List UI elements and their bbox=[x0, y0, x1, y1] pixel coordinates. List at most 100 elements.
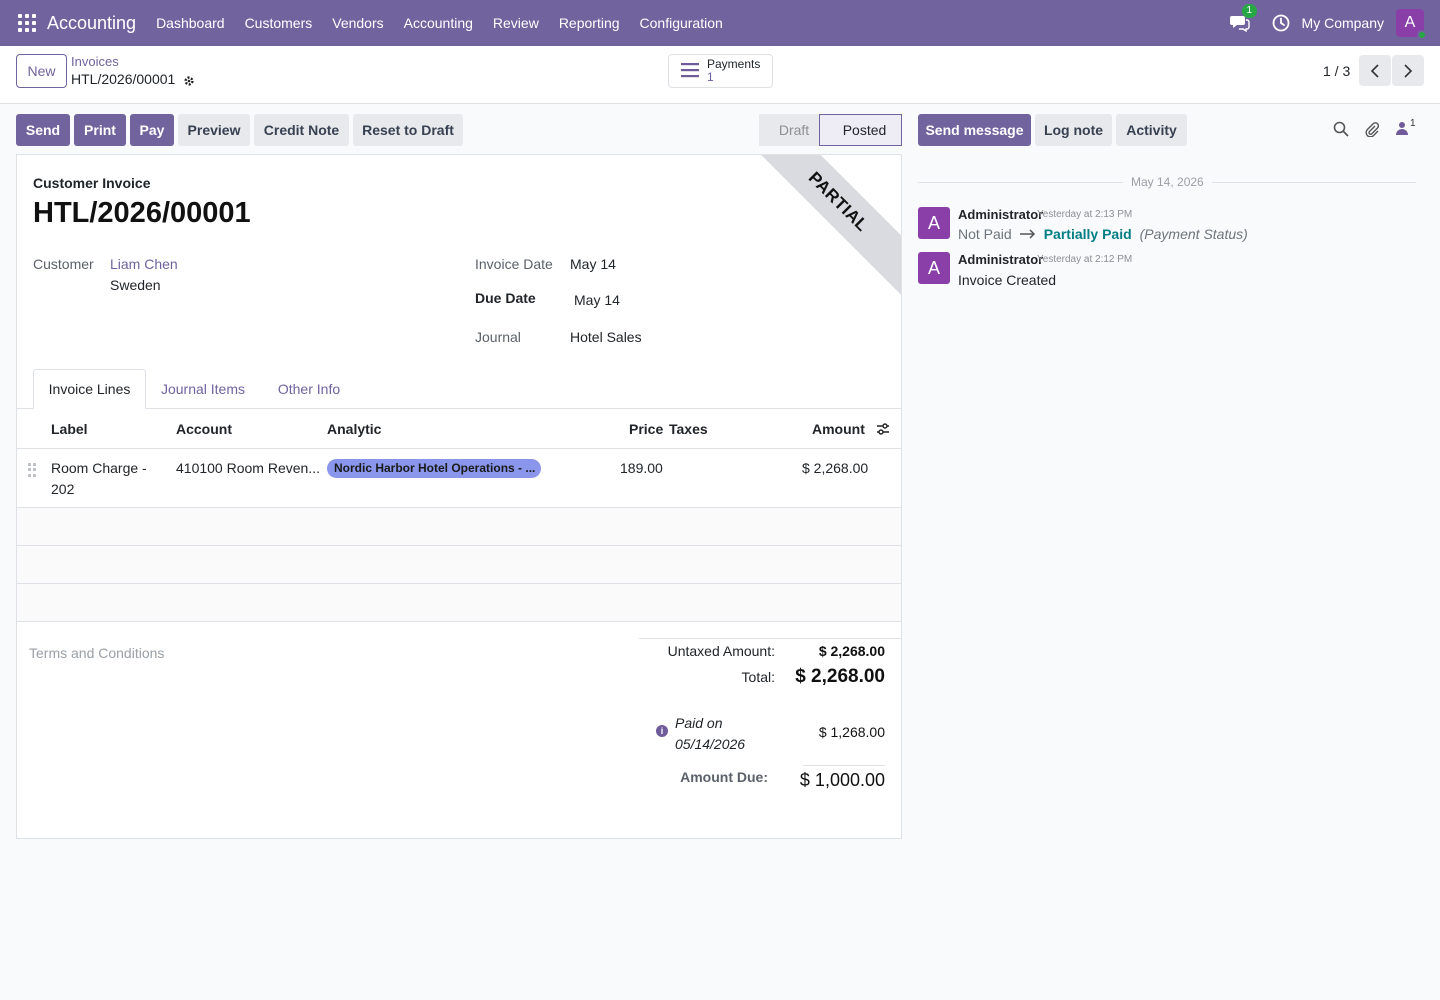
totals-divider bbox=[639, 638, 901, 639]
menu-review[interactable]: Review bbox=[483, 15, 549, 31]
invoice-date-field[interactable]: May 14 bbox=[570, 256, 616, 272]
activity-clock-icon[interactable] bbox=[1272, 14, 1290, 32]
total-value: $ 2,268.00 bbox=[795, 666, 885, 687]
messages-badge: 1 bbox=[1241, 4, 1258, 18]
breadcrumb-current: HTL/2026/00001 bbox=[71, 70, 195, 88]
amount-due-label: Amount Due: bbox=[680, 769, 768, 785]
log-note-button[interactable]: Log note bbox=[1035, 114, 1112, 146]
app-name[interactable]: Accounting bbox=[47, 13, 136, 34]
menu-accounting[interactable]: Accounting bbox=[394, 15, 483, 31]
customer-country: Sweden bbox=[110, 277, 161, 293]
chevron-right-icon bbox=[1404, 63, 1413, 78]
table-header: Label Account Analytic Price Taxes Amoun… bbox=[17, 409, 901, 449]
amount-due-divider bbox=[803, 765, 885, 766]
tab-invoice-lines[interactable]: Invoice Lines bbox=[33, 369, 146, 409]
empty-row bbox=[17, 584, 901, 622]
breadcrumb-current-label: HTL/2026/00001 bbox=[71, 71, 176, 87]
search-icon[interactable] bbox=[1333, 121, 1349, 137]
arrow-right-icon bbox=[1019, 229, 1035, 239]
activity-button[interactable]: Activity bbox=[1116, 114, 1187, 146]
message-body: Invoice Created bbox=[958, 272, 1057, 288]
due-date-label: Due Date bbox=[475, 290, 536, 306]
tracking-new-value: Partially Paid bbox=[1043, 226, 1132, 242]
col-label[interactable]: Label bbox=[51, 421, 88, 437]
payments-smart-button[interactable]: Payments 1 bbox=[668, 54, 773, 88]
followers-button[interactable]: 1 bbox=[1396, 118, 1420, 137]
col-analytic[interactable]: Analytic bbox=[327, 421, 381, 437]
drag-handle-icon[interactable] bbox=[28, 463, 36, 477]
credit-note-button[interactable]: Credit Note bbox=[254, 114, 349, 146]
line-price[interactable]: 189.00 bbox=[620, 458, 663, 479]
journal-field[interactable]: Hotel Sales bbox=[570, 329, 642, 345]
main-menu: Dashboard Customers Vendors Accounting R… bbox=[146, 15, 733, 31]
untaxed-amount-label: Untaxed Amount: bbox=[667, 643, 775, 659]
customer-link[interactable]: Liam Chen bbox=[110, 256, 178, 272]
send-button[interactable]: Send bbox=[16, 114, 70, 146]
messages-icon[interactable]: 1 bbox=[1229, 4, 1258, 33]
payments-count: 1 bbox=[707, 70, 714, 84]
total-label: Total: bbox=[741, 669, 775, 685]
tab-other-info[interactable]: Other Info bbox=[264, 369, 354, 409]
payment-info-icon[interactable]: i bbox=[656, 725, 668, 737]
invoice-number: HTL/2026/00001 bbox=[33, 197, 251, 229]
optional-columns-icon[interactable] bbox=[876, 422, 890, 439]
pager-previous-button[interactable] bbox=[1359, 55, 1391, 86]
analytic-tag[interactable]: Nordic Harbor Hotel Operations - ... bbox=[327, 459, 541, 478]
pager-next-button[interactable] bbox=[1392, 55, 1424, 86]
new-button[interactable]: New bbox=[16, 54, 67, 88]
send-message-button[interactable]: Send message bbox=[918, 114, 1031, 146]
pay-button[interactable]: Pay bbox=[130, 114, 174, 146]
message-time: Yesterday at 2:13 PM bbox=[1037, 209, 1133, 220]
list-icon bbox=[681, 62, 699, 81]
gear-icon[interactable] bbox=[183, 73, 195, 86]
breadcrumb: Invoices HTL/2026/00001 bbox=[71, 54, 195, 88]
menu-customers[interactable]: Customers bbox=[235, 15, 323, 31]
tracking-old-value: Not Paid bbox=[958, 226, 1012, 242]
invoice-form-sheet: PARTIAL Customer Invoice HTL/2026/00001 … bbox=[16, 154, 902, 839]
message-author[interactable]: Administrator bbox=[958, 207, 1043, 222]
line-account[interactable]: 410100 Room Reven... bbox=[176, 458, 320, 479]
payments-label: Payments bbox=[707, 57, 761, 71]
line-label[interactable]: Room Charge - 202 bbox=[51, 458, 161, 500]
untaxed-amount-value: $ 2,268.00 bbox=[818, 643, 885, 659]
paid-on-date: 05/14/2026 bbox=[675, 736, 746, 752]
col-price[interactable]: Price bbox=[629, 421, 663, 437]
col-taxes[interactable]: Taxes bbox=[669, 421, 708, 437]
status-posted[interactable]: Posted bbox=[819, 114, 902, 146]
customer-label: Customer bbox=[33, 256, 94, 272]
due-date-field[interactable]: May 14 bbox=[574, 292, 620, 308]
terms-and-conditions-field[interactable]: Terms and Conditions bbox=[29, 645, 164, 661]
user-avatar[interactable]: A bbox=[1396, 9, 1427, 40]
table-row[interactable]: Room Charge - 202 410100 Room Reven... N… bbox=[17, 449, 901, 508]
company-switcher[interactable]: My Company bbox=[1302, 15, 1384, 31]
apps-menu-icon[interactable] bbox=[18, 14, 36, 32]
menu-vendors[interactable]: Vendors bbox=[322, 15, 393, 31]
menu-dashboard[interactable]: Dashboard bbox=[146, 15, 235, 31]
empty-row bbox=[17, 546, 901, 584]
reset-to-draft-button[interactable]: Reset to Draft bbox=[353, 114, 463, 146]
message-avatar[interactable]: A bbox=[918, 207, 950, 239]
tracking-field-name: (Payment Status) bbox=[1139, 226, 1248, 242]
line-amount: $ 2,268.00 bbox=[802, 460, 869, 476]
breadcrumb-invoices-link[interactable]: Invoices bbox=[71, 54, 195, 70]
col-account[interactable]: Account bbox=[176, 421, 232, 437]
message-avatar[interactable]: A bbox=[918, 252, 950, 284]
preview-button[interactable]: Preview bbox=[178, 114, 250, 146]
menu-reporting[interactable]: Reporting bbox=[549, 15, 630, 31]
attachment-icon[interactable] bbox=[1364, 121, 1380, 138]
date-separator-line bbox=[1212, 182, 1416, 183]
payment-status-ribbon: PARTIAL bbox=[734, 155, 901, 306]
col-amount[interactable]: Amount bbox=[812, 421, 865, 437]
tab-journal-items[interactable]: Journal Items bbox=[150, 369, 256, 409]
form-tabs: Invoice Lines Journal Items Other Info bbox=[17, 369, 901, 409]
pager-value[interactable]: 1 / 3 bbox=[1323, 63, 1350, 79]
message-author[interactable]: Administrator bbox=[958, 252, 1043, 267]
invoice-date-label: Invoice Date bbox=[475, 256, 553, 272]
date-separator-line bbox=[918, 182, 1123, 183]
document-type: Customer Invoice bbox=[33, 175, 151, 191]
menu-configuration[interactable]: Configuration bbox=[630, 15, 733, 31]
print-button[interactable]: Print bbox=[74, 114, 126, 146]
empty-row bbox=[17, 508, 901, 546]
paid-on-block: Paid on 05/14/2026 bbox=[675, 713, 745, 755]
date-separator: May 14, 2026 bbox=[1131, 175, 1204, 189]
